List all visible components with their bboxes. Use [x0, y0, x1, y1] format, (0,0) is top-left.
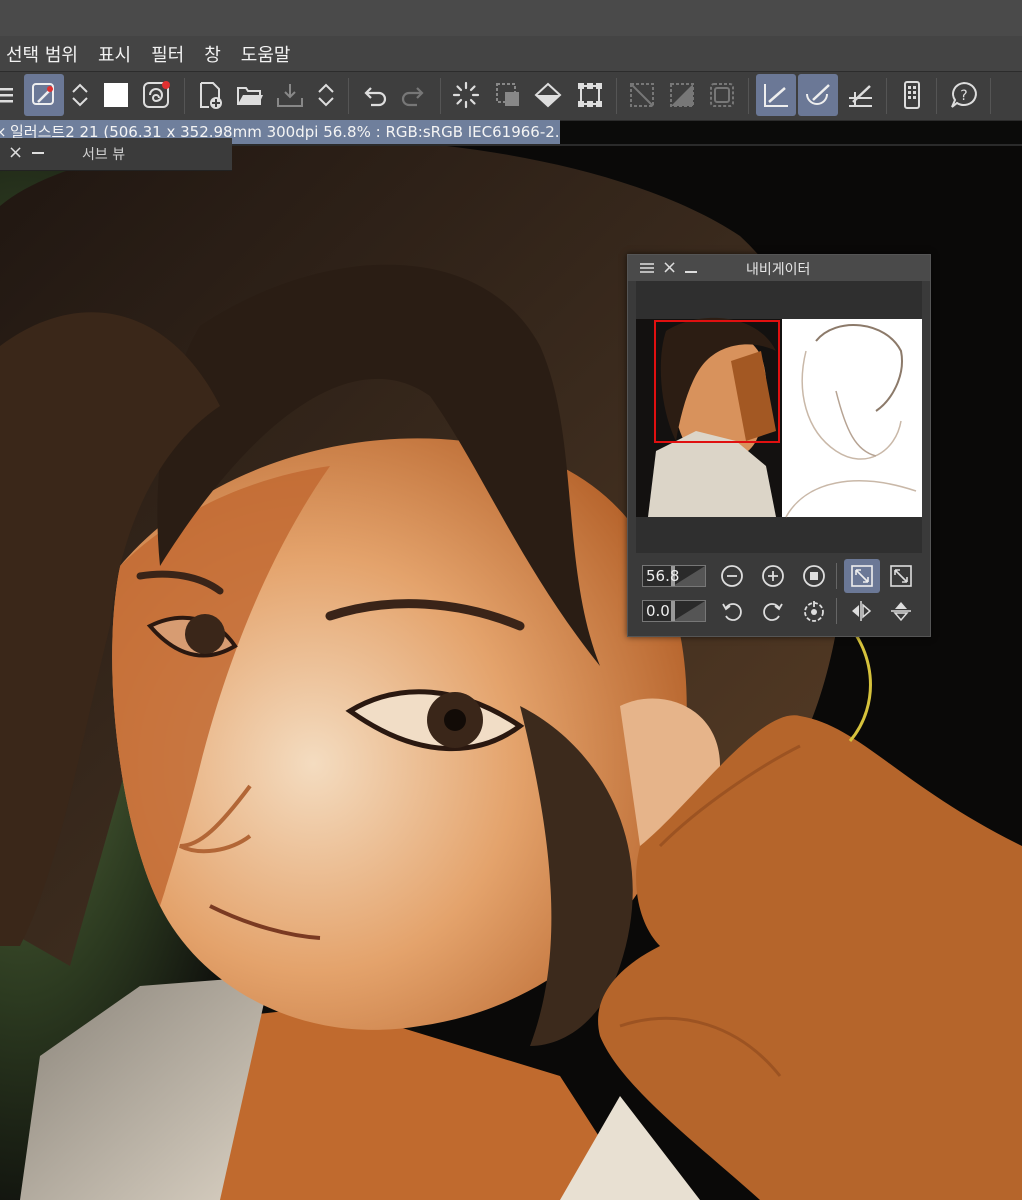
swap-colors-icon[interactable]: [60, 74, 100, 116]
rotation-input[interactable]: 0.0: [642, 600, 706, 622]
menu-view[interactable]: 표시: [92, 41, 145, 67]
reset-rotation-icon[interactable]: [799, 596, 829, 626]
menu-window[interactable]: 창: [198, 41, 235, 67]
menu-help[interactable]: 도움말: [235, 41, 305, 67]
new-file-icon[interactable]: [190, 74, 230, 116]
redo-icon[interactable]: [394, 74, 434, 116]
fit-icon[interactable]: [799, 561, 829, 591]
help-icon[interactable]: ?: [944, 74, 984, 116]
left-iris: [185, 614, 225, 654]
minimize-icon[interactable]: [32, 152, 44, 154]
toolbar-separator: [990, 78, 991, 114]
navigator-preview-area[interactable]: [636, 281, 922, 553]
menu-selection[interactable]: 선택 범위: [0, 41, 92, 67]
zoom-out-icon[interactable]: [717, 561, 747, 591]
right-pupil: [444, 709, 466, 731]
flip-vertical-icon[interactable]: [886, 596, 916, 626]
rotation-slider-track[interactable]: [673, 601, 705, 621]
toolbar-separator: [440, 78, 441, 114]
subview-title: 서브 뷰: [82, 147, 126, 163]
minimize-icon[interactable]: [685, 271, 697, 273]
color-mixing-icon[interactable]: [136, 74, 176, 116]
navigator-title-bar[interactable]: × 내비게이터: [628, 255, 930, 281]
close-icon[interactable]: ×: [8, 142, 23, 163]
panel-menu-icon[interactable]: [640, 263, 654, 265]
navigator-title: 내비게이터: [746, 262, 811, 278]
smartphone-icon[interactable]: [892, 74, 932, 116]
eyedropper-icon[interactable]: [24, 74, 64, 116]
toolbar-separator: [184, 78, 185, 114]
close-icon[interactable]: ×: [662, 257, 677, 278]
selection-border-icon[interactable]: [702, 74, 742, 116]
toolbar-separator: [616, 78, 617, 114]
deselect-icon[interactable]: [622, 74, 662, 116]
scroll-updown-icon[interactable]: [306, 74, 346, 116]
subview-panel-header: × 서브 뷰: [0, 138, 232, 171]
navigator-panel: × 내비게이터 56.8 0.0: [627, 254, 931, 637]
toolbar-separator: [348, 78, 349, 114]
control-separator: [836, 598, 837, 624]
title-strip: [0, 0, 1022, 36]
toolbar-separator: [936, 78, 937, 114]
rotation-slider-knob[interactable]: [671, 601, 675, 621]
select-all-icon[interactable]: [488, 74, 528, 116]
open-folder-icon[interactable]: [230, 74, 270, 116]
zoom-in-icon[interactable]: [758, 561, 788, 591]
svg-text:?: ?: [960, 88, 967, 104]
control-separator: [836, 563, 837, 589]
toolbar-separator: [886, 78, 887, 114]
menu-bar: 선택 범위 표시 필터 창 도움말: [0, 36, 1022, 71]
menu-icon[interactable]: [0, 74, 26, 116]
flip-horizontal-icon[interactable]: [846, 596, 876, 626]
rotate-left-icon[interactable]: [717, 596, 747, 626]
snap-ruler-icon[interactable]: [756, 74, 796, 116]
fill-icon[interactable]: [528, 74, 568, 116]
navigator-controls: 56.8 0.0: [628, 555, 930, 635]
rotate-right-icon[interactable]: [758, 596, 788, 626]
save-icon[interactable]: [270, 74, 310, 116]
transform-icon[interactable]: [570, 74, 610, 116]
white-color-swatch-icon[interactable]: [96, 74, 136, 116]
toolbar-separator: [748, 78, 749, 114]
snap-special-ruler-icon[interactable]: [798, 74, 838, 116]
undo-icon[interactable]: [354, 74, 394, 116]
rotation-value: 0.0: [646, 602, 670, 620]
snap-grid-icon[interactable]: [840, 74, 880, 116]
zoom-value: 56.8: [646, 567, 680, 585]
zoom-input[interactable]: 56.8: [642, 565, 706, 587]
command-bar: ?: [0, 71, 1022, 121]
full-size-icon[interactable]: [886, 561, 916, 591]
loading-spinner-icon[interactable]: [446, 74, 486, 116]
fit-to-window-icon[interactable]: [844, 559, 880, 593]
menu-filter[interactable]: 필터: [145, 41, 198, 67]
invert-selection-icon[interactable]: [662, 74, 702, 116]
